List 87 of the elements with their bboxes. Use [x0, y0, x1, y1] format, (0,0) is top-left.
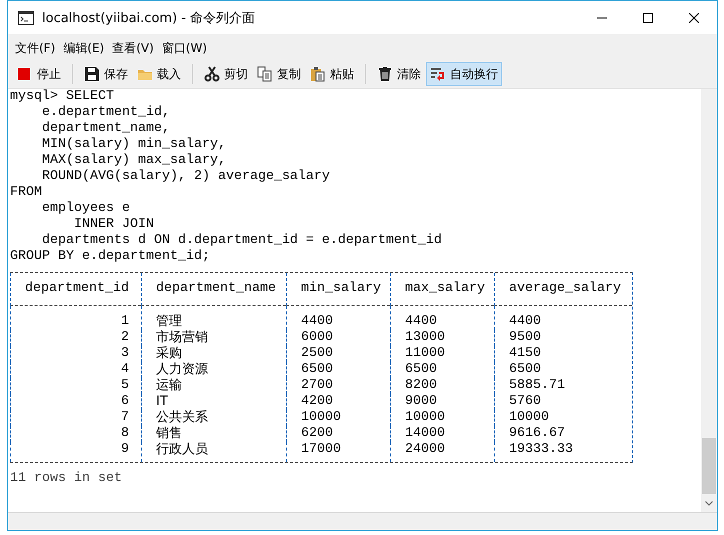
result-summary: 11 rows in set — [10, 471, 122, 487]
load-button[interactable]: 载入 — [133, 62, 185, 86]
table-cell: 11000 — [405, 346, 445, 361]
table-cell: 3 — [121, 346, 129, 361]
table-cell: 6000 — [301, 330, 333, 345]
table-cell: 8200 — [405, 378, 437, 393]
sql-line: ROUND(AVG(salary), 2) average_salary — [40, 169, 330, 184]
table-cell: 2700 — [301, 378, 333, 393]
table-cell: 17000 — [301, 442, 341, 457]
table-cell: 1 — [121, 314, 129, 329]
table-cell: 4400 — [301, 314, 333, 329]
word-wrap-toggle[interactable]: 自动换行 — [426, 62, 502, 86]
table-cell: 13000 — [405, 330, 445, 345]
table-cell: 2500 — [301, 346, 333, 361]
table-cell: 4 — [121, 362, 129, 377]
table-cell: 4200 — [301, 394, 333, 409]
sql-line: MAX(salary) max_salary, — [40, 153, 226, 168]
copy-icon — [257, 66, 273, 82]
sql-line: employees e — [40, 201, 130, 216]
paste-button[interactable]: 粘贴 — [306, 62, 358, 86]
scrollbar-thumb[interactable] — [702, 438, 716, 494]
menu-item[interactable]: 窗口(W) — [158, 38, 212, 58]
copy-button[interactable]: 复制 — [253, 62, 305, 86]
window-title: localhost(yiibai.com) - 命令列介面 — [42, 10, 256, 26]
sql-line: GROUP BY e.department_id; — [10, 249, 210, 264]
table-cell: 19333.33 — [509, 442, 573, 457]
table-cell: 6 — [121, 394, 129, 409]
menu-item[interactable]: 文件(F) — [11, 38, 60, 58]
column-header: department_id — [25, 281, 129, 296]
table-cell: 4400 — [509, 314, 541, 329]
stop-button[interactable]: 停止 — [13, 62, 65, 86]
sql-line: departments d ON d.department_id = e.department_id — [40, 233, 442, 248]
cut-button[interactable]: 剪切 — [200, 62, 252, 86]
menu-item[interactable]: 编辑(E) — [59, 38, 108, 58]
scrollbar[interactable] — [701, 89, 717, 512]
table-cell: 9616.67 — [509, 426, 565, 441]
table-cell: 采购 — [156, 346, 182, 361]
sql-line: INNER JOIN — [72, 217, 154, 232]
scroll-down-icon — [705, 500, 713, 506]
console-icon — [18, 10, 34, 24]
table-cell: 6500 — [509, 362, 541, 377]
table-cell: 9000 — [405, 394, 437, 409]
table-cell: 2 — [121, 330, 129, 345]
column-header: min_salary — [301, 281, 381, 296]
table-cell: 5760 — [509, 394, 541, 409]
sql-line: MIN(salary) min_salary, — [40, 137, 226, 152]
table-cell: 7 — [121, 410, 129, 425]
sql-line: FROM — [10, 185, 42, 200]
table-cell: 公共关系 — [156, 410, 208, 425]
table-cell: 人力资源 — [156, 362, 208, 377]
table-cell: 4400 — [405, 314, 437, 329]
sql-line: mysql> SELECT — [10, 89, 114, 104]
save-button[interactable]: 保存 — [80, 62, 132, 86]
menu-item[interactable]: 查看(V) — [108, 38, 158, 58]
table-cell: 6500 — [301, 362, 333, 377]
table-cell: 24000 — [405, 442, 445, 457]
maximize-icon — [643, 12, 653, 22]
table-cell: 10000 — [405, 410, 445, 425]
table-cell: 市场营销 — [156, 330, 208, 345]
table-cell: 管理 — [156, 314, 182, 329]
table-cell: 行政人员 — [156, 442, 208, 457]
table-cell: 6200 — [301, 426, 333, 441]
table-cell: 10000 — [509, 410, 549, 425]
column-header: average_salary — [509, 281, 621, 296]
table-cell: 4150 — [509, 346, 541, 361]
table-cell: 10000 — [301, 410, 341, 425]
table-cell: 5 — [121, 378, 129, 393]
table-cell: 6500 — [405, 362, 437, 377]
stop-icon — [17, 66, 33, 82]
table-cell: IT — [156, 394, 168, 409]
scissors-icon — [204, 66, 220, 82]
trash-icon — [377, 66, 393, 82]
table-cell: 运输 — [156, 378, 182, 393]
table-cell: 9500 — [509, 330, 541, 345]
clipboard-icon — [310, 66, 326, 82]
table-cell: 9 — [121, 442, 129, 457]
text-wrap-icon — [430, 66, 446, 82]
column-header: department_name — [156, 281, 276, 296]
close-icon — [689, 12, 699, 22]
sql-line: e.department_id, — [40, 105, 170, 120]
clear-button[interactable]: 清除 — [373, 62, 425, 86]
sql-line: department_name, — [40, 121, 170, 136]
table-cell: 5885.71 — [509, 378, 565, 393]
table-cell: 8 — [121, 426, 129, 441]
table-cell: 销售 — [156, 426, 182, 441]
column-header: max_salary — [405, 281, 485, 296]
table-cell: 14000 — [405, 426, 445, 441]
